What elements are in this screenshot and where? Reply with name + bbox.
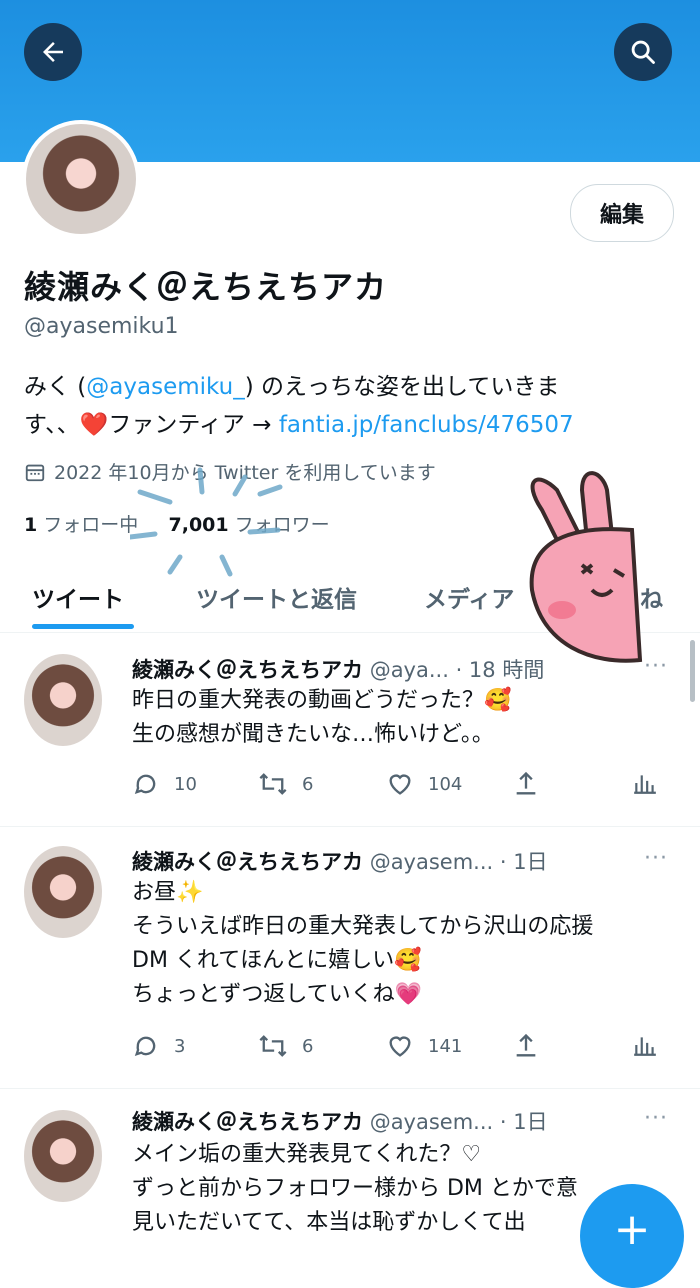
retweet-icon: [259, 1035, 287, 1057]
retweet-button[interactable]: 6: [258, 770, 313, 798]
search-icon: [631, 40, 655, 64]
tweet-item[interactable]: 綾瀬みく＠えちえちアカ @aya... · 18 時間 ··· 昨日の重大発表の…: [0, 634, 700, 827]
more-options-icon[interactable]: ···: [644, 654, 668, 679]
profile-bio: みく (@ayasemiku_) のえっちな姿を出していきま す、、❤️ファンテ…: [24, 374, 574, 438]
tweet-text: お昼✨ そういえば昨日の重大発表してから沢山の応援 DM くれてほんとに嬉しい🥰…: [132, 880, 594, 1007]
compose-tweet-button[interactable]: +: [580, 1184, 684, 1288]
tweet-author-handle[interactable]: @aya...: [370, 658, 449, 682]
share-button[interactable]: [512, 1032, 540, 1060]
tweet-author-name[interactable]: 綾瀬みく＠えちえちアカ: [132, 1110, 363, 1134]
analytics-button[interactable]: [632, 770, 658, 796]
tweet-actions: 3 6 141: [132, 1032, 662, 1062]
retweet-button[interactable]: 6: [258, 1032, 313, 1060]
like-button[interactable]: 104: [386, 770, 462, 798]
calendar-icon: [25, 464, 45, 481]
tab-tweets[interactable]: ツイート: [32, 580, 124, 614]
more-options-icon[interactable]: ···: [644, 846, 668, 871]
analytics-icon: [634, 775, 656, 794]
bio-fantia-link[interactable]: fantia.jp/fanclubs/476507: [279, 412, 574, 438]
more-options-icon[interactable]: ···: [644, 1106, 668, 1131]
tweet-author-name[interactable]: 綾瀬みく＠えちえちアカ: [132, 658, 363, 682]
following-link[interactable]: 1 フォロー中: [24, 514, 138, 536]
tab-media[interactable]: メディア: [424, 580, 514, 614]
analytics-button[interactable]: [632, 1032, 658, 1058]
plus-icon: +: [613, 1204, 651, 1255]
share-button[interactable]: [512, 770, 540, 798]
profile-name: 綾瀬みく＠えちえちアカ: [24, 268, 388, 306]
profile-handle: @ayasemiku1: [24, 314, 179, 339]
back-button[interactable]: [24, 23, 82, 81]
tweet-avatar[interactable]: [24, 1110, 102, 1202]
edit-profile-button[interactable]: 編集: [570, 184, 674, 242]
tweet-actions: 10 6 104: [132, 770, 662, 800]
tweet-timestamp[interactable]: · 1日: [500, 1110, 548, 1134]
like-button[interactable]: 141: [386, 1032, 462, 1060]
bio-mention-link[interactable]: @ayasemiku_: [86, 374, 244, 400]
heart-icon: [389, 1036, 411, 1057]
tweet-author-handle[interactable]: @ayasem...: [370, 1110, 494, 1134]
reply-button[interactable]: 10: [132, 770, 197, 798]
reply-icon: [134, 774, 156, 794]
tweet-item[interactable]: 綾瀬みく＠えちえちアカ @ayasem... · 1日 ··· お昼✨ そういえ…: [0, 826, 700, 1089]
arrow-left-icon: [43, 42, 63, 62]
tweet-timestamp[interactable]: · 1日: [500, 850, 548, 874]
tweet-text: 昨日の重大発表の動画どうだった？🥰 生の感想が聞きたいな…怖いけど。。: [132, 688, 512, 747]
search-button[interactable]: [614, 23, 672, 81]
tab-tweets-replies[interactable]: ツイートと返信: [196, 580, 357, 614]
share-icon: [516, 1033, 536, 1057]
tweet-avatar[interactable]: [24, 654, 102, 746]
share-icon: [516, 771, 536, 795]
active-tab-indicator: [32, 624, 134, 629]
tweet-avatar[interactable]: [24, 846, 102, 938]
reply-button[interactable]: 3: [132, 1032, 185, 1060]
heart-icon: [389, 774, 411, 795]
analytics-icon: [634, 1037, 656, 1056]
profile-avatar[interactable]: [22, 120, 140, 238]
scrollbar[interactable]: [690, 640, 695, 702]
tweet-author-name[interactable]: 綾瀬みく＠えちえちアカ: [132, 850, 363, 874]
tweet-timestamp[interactable]: · 18 時間: [456, 658, 545, 682]
heart-emoji: ❤️: [79, 412, 109, 438]
retweet-icon: [259, 773, 287, 795]
tweet-author-handle[interactable]: @ayasem...: [370, 850, 494, 874]
reply-icon: [134, 1036, 156, 1056]
